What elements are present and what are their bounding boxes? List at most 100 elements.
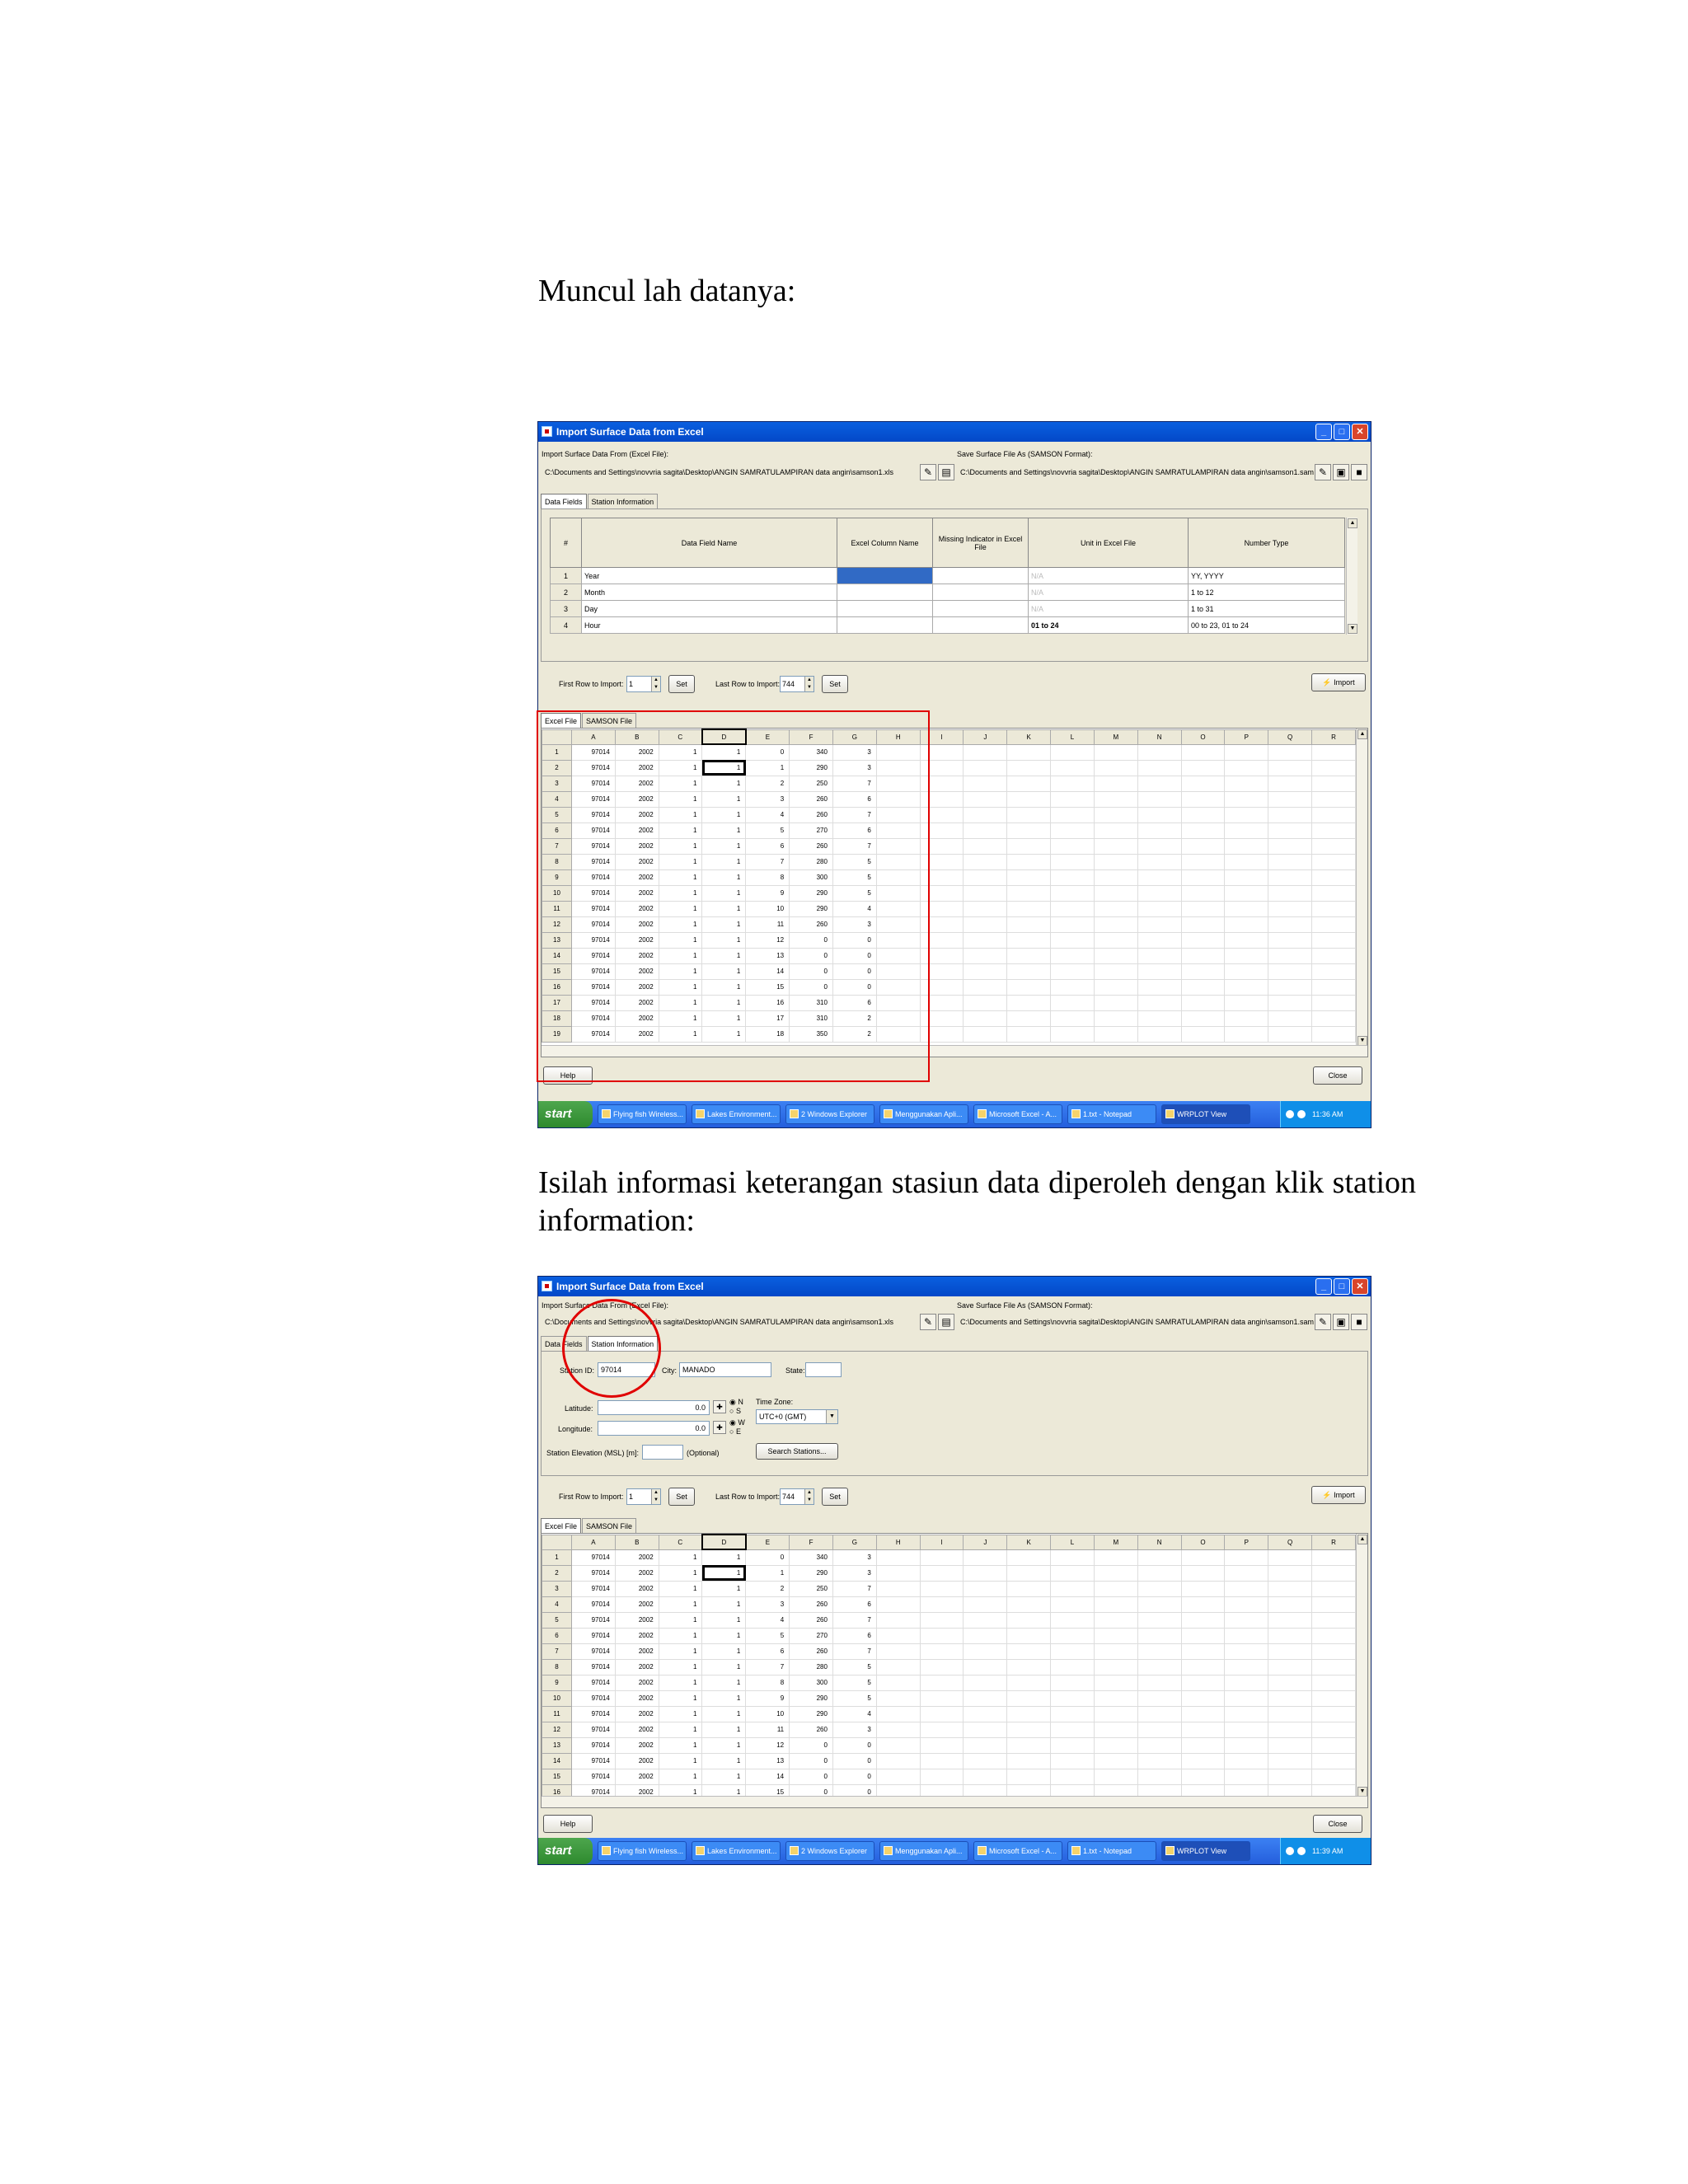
column-header[interactable]: L	[1050, 729, 1095, 745]
cell[interactable]	[1180, 978, 1226, 996]
cell[interactable]	[1180, 963, 1226, 980]
cell[interactable]: 340	[789, 1549, 833, 1566]
cell[interactable]	[1268, 1627, 1313, 1644]
cell[interactable]: 97014	[571, 1549, 616, 1566]
chevron-down-icon[interactable]: ▼	[826, 1410, 837, 1423]
cell[interactable]	[875, 1674, 921, 1691]
cell[interactable]	[875, 1736, 921, 1754]
taskbar-item[interactable]: WRPLOT View	[1161, 1104, 1250, 1124]
cell[interactable]	[1006, 1564, 1052, 1582]
map-locator-icon[interactable]: ✚	[713, 1400, 726, 1413]
column-header[interactable]: C	[658, 1534, 703, 1550]
taskbar-item[interactable]: 2 Windows Explorer	[785, 1841, 874, 1861]
table-row[interactable]: 2 97014 2002 1 1 1 290 3	[542, 1564, 1356, 1582]
cell[interactable]	[1224, 1721, 1269, 1738]
cell[interactable]	[1180, 837, 1226, 855]
column-header[interactable]: M	[1093, 729, 1138, 745]
cell[interactable]	[919, 1611, 964, 1629]
cell[interactable]	[1137, 1025, 1182, 1043]
taskbar-item[interactable]: Microsoft Excel - A...	[973, 1841, 1062, 1861]
tray-icon[interactable]	[1286, 1847, 1294, 1855]
column-header[interactable]: A	[571, 1534, 616, 1550]
cell[interactable]: 1	[658, 1752, 703, 1769]
cell[interactable]: 5	[745, 1627, 790, 1644]
minimize-icon[interactable]: _	[1315, 424, 1332, 440]
cell[interactable]: 1	[658, 1721, 703, 1738]
scroll-up-icon[interactable]: ▲	[1357, 1535, 1367, 1544]
cell[interactable]: 260	[789, 1611, 833, 1629]
cell[interactable]	[1268, 900, 1313, 917]
cell[interactable]	[1311, 1643, 1356, 1660]
column-header[interactable]: N	[1137, 1534, 1182, 1550]
cell[interactable]: 260	[789, 1643, 833, 1660]
map-locator-icon[interactable]: ✚	[713, 1421, 726, 1434]
cell[interactable]	[963, 806, 1008, 823]
cell[interactable]	[1093, 978, 1138, 996]
cell[interactable]	[875, 1752, 921, 1769]
cell[interactable]	[1006, 963, 1052, 980]
cell[interactable]	[1093, 1596, 1138, 1613]
table-row[interactable]: 14 97014 2002 1 1 13 0 0	[542, 1752, 1356, 1769]
set-first-row-button[interactable]: Set	[668, 1488, 695, 1506]
cell[interactable]	[1137, 743, 1182, 761]
cell[interactable]	[1180, 1596, 1226, 1613]
cell[interactable]	[1268, 759, 1313, 776]
cell[interactable]	[1050, 743, 1095, 761]
cell[interactable]: 2002	[614, 1768, 659, 1785]
cell[interactable]	[1006, 759, 1052, 776]
cell[interactable]: 1	[658, 1564, 703, 1582]
cell[interactable]	[1180, 916, 1226, 933]
cell[interactable]	[1268, 1736, 1313, 1754]
cell[interactable]	[1224, 916, 1269, 933]
cell[interactable]	[1093, 963, 1138, 980]
cell[interactable]: 1	[658, 1643, 703, 1660]
cell[interactable]	[1050, 806, 1095, 823]
cell[interactable]	[1006, 947, 1052, 964]
cell[interactable]	[1224, 1658, 1269, 1675]
cell[interactable]	[1268, 1705, 1313, 1722]
cell[interactable]	[1311, 1705, 1356, 1722]
cell[interactable]	[1180, 900, 1226, 917]
row-header[interactable]: 14	[542, 1752, 572, 1769]
cell[interactable]	[1137, 775, 1182, 792]
cell[interactable]	[1311, 947, 1356, 964]
edit-pencil-icon[interactable]: ✎	[920, 1314, 936, 1330]
cell[interactable]	[1311, 916, 1356, 933]
cell[interactable]: 0	[789, 1736, 833, 1754]
cell[interactable]	[1006, 900, 1052, 917]
cell[interactable]	[1137, 1690, 1182, 1707]
cell[interactable]	[1180, 1736, 1226, 1754]
cell[interactable]: 97014	[571, 1564, 616, 1582]
cell[interactable]	[963, 743, 1008, 761]
cell[interactable]: 1	[745, 1564, 790, 1582]
cell[interactable]	[1268, 743, 1313, 761]
cell[interactable]: 300	[789, 1674, 833, 1691]
cell[interactable]	[1137, 1736, 1182, 1754]
cell[interactable]	[1311, 884, 1356, 902]
cell[interactable]: 4	[832, 1705, 877, 1722]
taskbar-item[interactable]: Menggunakan Apli...	[879, 1104, 968, 1124]
state-input[interactable]	[805, 1362, 842, 1377]
taskbar-item[interactable]: Flying fish Wireless...	[598, 1841, 687, 1861]
cell[interactable]	[1006, 1658, 1052, 1675]
row-header[interactable]: 15	[542, 1768, 572, 1785]
column-header[interactable]: K	[1006, 1534, 1052, 1550]
cell[interactable]	[1224, 806, 1269, 823]
cell[interactable]	[875, 1564, 921, 1582]
cell[interactable]: 1	[658, 1736, 703, 1754]
cell[interactable]	[1224, 1752, 1269, 1769]
cell[interactable]: 0	[745, 1549, 790, 1566]
cell[interactable]: 8	[745, 1674, 790, 1691]
cell[interactable]	[963, 1549, 1008, 1566]
latitude-input[interactable]: 0.0	[598, 1400, 710, 1415]
cell[interactable]	[1093, 1580, 1138, 1597]
cell[interactable]	[1268, 1596, 1313, 1613]
cell[interactable]	[1268, 1611, 1313, 1629]
cell[interactable]	[1311, 1580, 1356, 1597]
column-header[interactable]: I	[919, 1534, 964, 1550]
save-disk-icon[interactable]: ■	[1351, 464, 1367, 480]
cell[interactable]: 270	[789, 1627, 833, 1644]
cell[interactable]	[1006, 1752, 1052, 1769]
cell[interactable]: 1	[658, 1627, 703, 1644]
preview-icon[interactable]: ▣	[1333, 1314, 1349, 1330]
